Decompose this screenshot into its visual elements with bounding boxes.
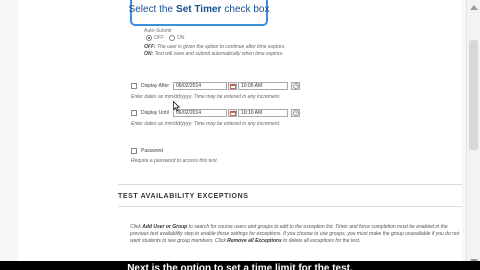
password-note: Require a password to access this test.: [131, 158, 218, 164]
off-note-text: The user is given the option to continue…: [157, 44, 286, 50]
auto-submit-off-note: OFF: The user is given the option to con…: [144, 44, 285, 50]
display-until-checkbox[interactable]: [131, 110, 137, 116]
off-note-key: OFF:: [144, 44, 156, 50]
on-note-text: Test will save and submit automatically …: [154, 51, 284, 57]
auto-submit-on-radio[interactable]: [169, 35, 175, 41]
scrollbar-thumb[interactable]: [469, 40, 478, 150]
display-after-time-input[interactable]: 10:05 AM: [238, 82, 288, 90]
exceptions-b2: Remove all Exceptions: [227, 238, 282, 244]
auto-submit-on-note: ON: Test will save and submit automatica…: [144, 51, 284, 57]
display-after-note: Enter dates as mm/dd/yyyy. Time may be e…: [131, 94, 281, 100]
display-until-note: Enter dates as mm/dd/yyyy. Time may be e…: [131, 121, 281, 127]
display-after-checkbox[interactable]: [131, 83, 137, 89]
instruction-callout: Select the Set Timer check box: [128, 0, 270, 26]
video-caption: Next is the option to set a time limit f…: [127, 263, 353, 270]
display-after-date-input[interactable]: 06/02/2014: [173, 82, 227, 90]
callout-text-pre: Select the: [128, 3, 174, 15]
exceptions-b1: Add User or Group: [142, 224, 188, 230]
auto-submit-label: Auto-Submit: [144, 28, 172, 34]
password-checkbox[interactable]: [131, 148, 137, 154]
clock-icon[interactable]: [291, 82, 300, 90]
auto-submit-off-label: OFF: [154, 35, 164, 41]
calendar-icon[interactable]: [228, 109, 237, 117]
display-after-label: Display After: [141, 83, 170, 89]
exceptions-p1: Click: [130, 224, 141, 230]
section-title-exceptions: TEST AVAILABILITY EXCEPTIONS: [118, 193, 249, 200]
password-label: Password: [141, 148, 163, 154]
section-divider: [118, 206, 462, 207]
scroll-up-icon[interactable]: [470, 5, 478, 10]
callout-text-bold: Set Timer: [176, 3, 222, 15]
exceptions-instructions: Click Add User or Group to search for co…: [130, 224, 460, 245]
display-until-label: Display Until: [141, 110, 169, 116]
display-until-time-input[interactable]: 10:10 AM: [238, 109, 288, 117]
display-until-date-input[interactable]: 06/02/2014: [173, 109, 227, 117]
clock-icon[interactable]: [291, 109, 300, 117]
on-note-key: ON:: [144, 51, 154, 57]
auto-submit-on-label: ON: [177, 35, 185, 41]
mouse-pointer-icon: [173, 101, 180, 112]
exceptions-p3: to delete all exceptions for the test.: [283, 238, 361, 244]
callout-text-post: check box: [224, 3, 270, 15]
vertical-scrollbar[interactable]: [466, 0, 480, 270]
calendar-icon[interactable]: [228, 82, 237, 90]
auto-submit-off-radio[interactable]: [146, 35, 152, 41]
section-divider: [118, 184, 462, 185]
